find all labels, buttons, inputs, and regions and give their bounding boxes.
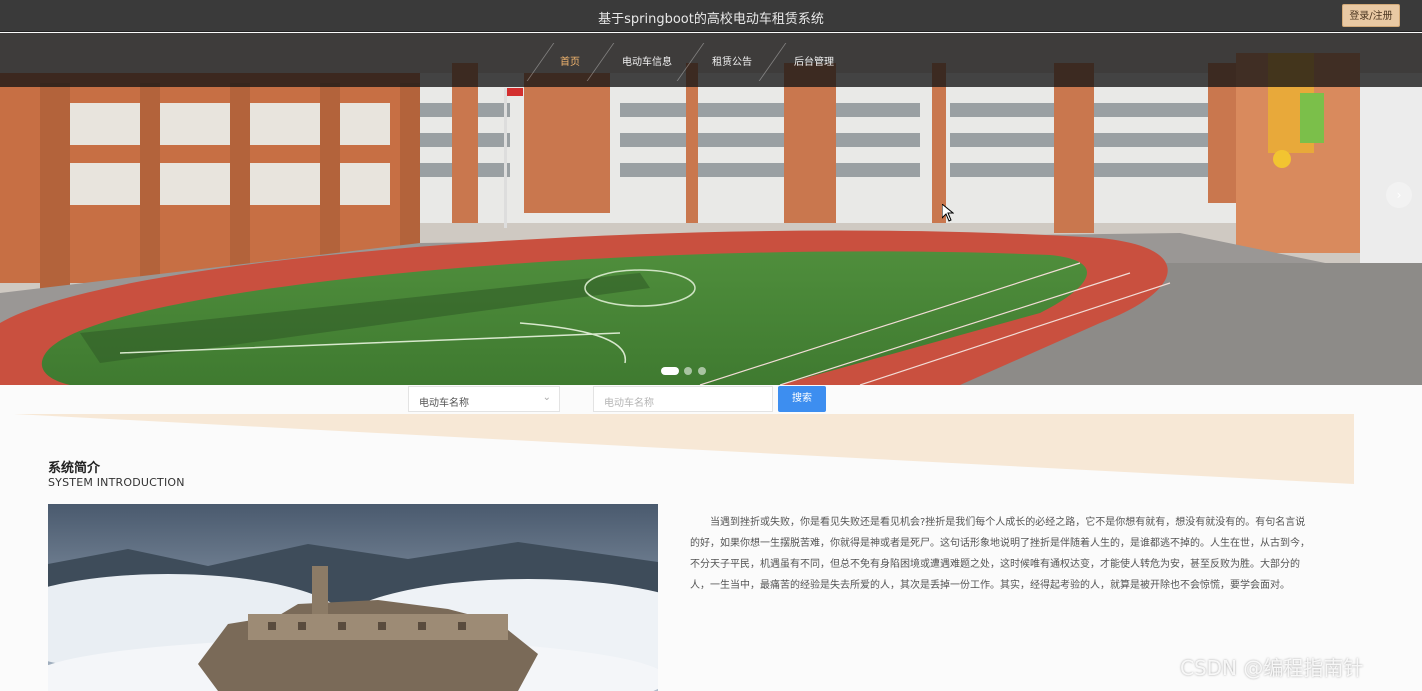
search-button[interactable]: 搜索 xyxy=(778,386,826,412)
carousel-dot[interactable] xyxy=(698,367,706,375)
search-bar: 电动车名称 ⌄ 电动车名称 搜索 xyxy=(0,386,1422,414)
intro-image xyxy=(48,504,658,691)
section-title: 系统简介 xyxy=(48,461,101,476)
nav-item-rental-notice[interactable]: 租赁公告 xyxy=(712,53,752,68)
search-field-select[interactable]: 电动车名称 ⌄ xyxy=(408,386,560,412)
top-bar: 基于springboot的高校电动车租赁系统 登录/注册 xyxy=(0,0,1422,32)
site-title: 基于springboot的高校电动车租赁系统 xyxy=(598,12,824,27)
banner-next-arrow-icon[interactable]: › xyxy=(1386,182,1412,208)
carousel-dot-active[interactable] xyxy=(661,367,679,375)
nav-item-admin[interactable]: 后台管理 xyxy=(794,53,834,68)
nav-item-home[interactable]: 首页 xyxy=(560,53,580,68)
mouse-cursor-icon xyxy=(942,204,954,222)
section-subtitle: SYSTEM INTRODUCTION xyxy=(48,476,185,489)
chevron-down-icon: ⌄ xyxy=(542,392,551,403)
decorative-band xyxy=(14,414,1354,484)
nav-separator xyxy=(676,43,705,81)
watermark: CSDN @编程指南针 xyxy=(1180,656,1364,680)
search-input[interactable]: 电动车名称 xyxy=(593,386,773,412)
carousel-dot[interactable] xyxy=(684,367,692,375)
nav-separator xyxy=(758,43,787,81)
nav-separator xyxy=(586,43,615,81)
search-field-select-value: 电动车名称 xyxy=(419,398,469,409)
main-nav: 首页 电动车信息 租赁公告 后台管理 xyxy=(0,33,1422,87)
nav-separator xyxy=(526,43,555,81)
login-register-button[interactable]: 登录/注册 xyxy=(1342,4,1400,27)
nav-item-ebike-info[interactable]: 电动车信息 xyxy=(622,53,672,68)
intro-paragraph: 当遇到挫折或失败，你是看见失败还是看见机会?挫折是我们每个人成长的必经之路，它不… xyxy=(690,517,1310,591)
